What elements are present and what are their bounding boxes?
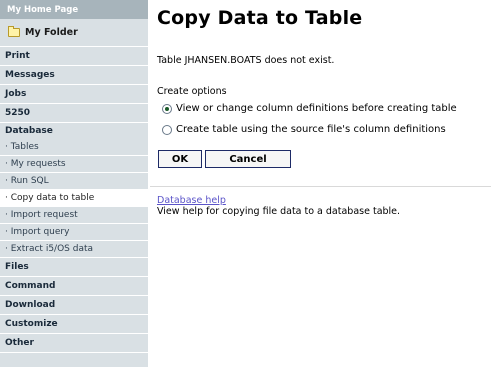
- sidebar-item-5250[interactable]: 5250: [0, 104, 148, 122]
- sidebar-item-label: · Import query: [5, 227, 70, 237]
- sidebar: My Home Page My Folder Print Messages Jo…: [0, 0, 148, 372]
- sidebar-item-label: Download: [5, 300, 56, 310]
- sidebar-subitem-my-requests[interactable]: · My requests: [0, 156, 148, 172]
- sidebar-item-other[interactable]: Other: [0, 334, 148, 352]
- radio-unselected-icon[interactable]: [162, 124, 172, 135]
- page-title: Copy Data to Table: [157, 7, 363, 29]
- sidebar-subitem-run-sql[interactable]: · Run SQL: [0, 173, 148, 189]
- option-use-source-columns[interactable]: Create table using the source file's col…: [162, 124, 446, 135]
- sidebar-item-label: My Folder: [25, 27, 78, 38]
- database-help-link[interactable]: Database help: [157, 195, 226, 206]
- folder-icon: [8, 26, 20, 37]
- sidebar-item-label: My Home Page: [7, 4, 79, 15]
- sidebar-item-label: Print: [5, 51, 30, 61]
- sidebar-footer: [0, 353, 148, 367]
- status-message: Table JHANSEN.BOATS does not exist.: [157, 55, 335, 66]
- sidebar-item-label: · Run SQL: [5, 176, 49, 186]
- sidebar-item-label: · My requests: [5, 159, 66, 169]
- sidebar-subitem-import-query[interactable]: · Import query: [0, 224, 148, 240]
- sidebar-item-jobs[interactable]: Jobs: [0, 85, 148, 103]
- sidebar-subitem-extract-i5os-data[interactable]: · Extract i5/OS data: [0, 241, 148, 257]
- sidebar-item-label: · Import request: [5, 210, 78, 220]
- sidebar-subitem-tables[interactable]: · Tables: [0, 139, 148, 155]
- sidebar-item-label: Jobs: [5, 89, 27, 99]
- sidebar-item-messages[interactable]: Messages: [0, 66, 148, 84]
- sidebar-item-label: Messages: [5, 70, 55, 80]
- option-view-change-columns[interactable]: View or change column definitions before…: [162, 103, 457, 114]
- sidebar-item-print[interactable]: Print: [0, 47, 148, 65]
- sidebar-item-download[interactable]: Download: [0, 296, 148, 314]
- sidebar-item-label: Customize: [5, 319, 58, 329]
- ok-button[interactable]: OK: [158, 150, 202, 168]
- sidebar-subitem-copy-data-to-table[interactable]: · Copy data to table: [0, 190, 148, 206]
- sidebar-item-label: · Extract i5/OS data: [5, 244, 94, 254]
- help-description: View help for copying file data to a dat…: [157, 206, 401, 217]
- option-label: Create table using the source file's col…: [176, 124, 446, 135]
- sidebar-item-label: · Tables: [5, 142, 39, 152]
- sidebar-item-label: Command: [5, 281, 56, 291]
- sidebar-subitem-import-request[interactable]: · Import request: [0, 207, 148, 223]
- sidebar-item-customize[interactable]: Customize: [0, 315, 148, 333]
- create-options-label: Create options: [157, 86, 227, 97]
- cancel-button[interactable]: Cancel: [205, 150, 291, 168]
- sidebar-item-database[interactable]: Database: [0, 123, 148, 139]
- sidebar-item-my-home-page[interactable]: My Home Page: [0, 0, 148, 19]
- divider: [150, 186, 491, 187]
- sidebar-item-label: 5250: [5, 108, 31, 118]
- sidebar-item-label: Database: [5, 126, 53, 136]
- sidebar-item-label: Other: [5, 338, 34, 348]
- sidebar-item-label: Files: [5, 262, 29, 272]
- sidebar-item-label: · Copy data to table: [5, 193, 95, 203]
- option-label: View or change column definitions before…: [176, 103, 457, 114]
- radio-selected-icon[interactable]: [162, 103, 172, 114]
- sidebar-item-command[interactable]: Command: [0, 277, 148, 295]
- sidebar-item-files[interactable]: Files: [0, 258, 148, 276]
- sidebar-item-my-folder[interactable]: My Folder: [0, 19, 148, 46]
